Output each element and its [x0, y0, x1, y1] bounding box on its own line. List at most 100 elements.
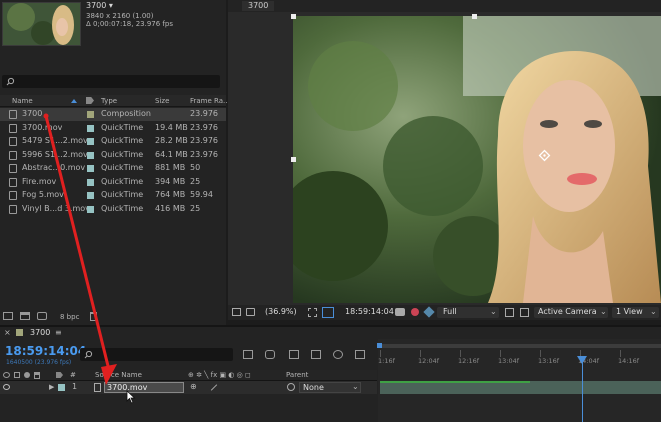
project-item-row[interactable]: 5996 S1...2.mov QuickTime 64.1 MB 23.976: [0, 149, 226, 162]
eye-icon[interactable]: [3, 372, 10, 378]
item-frame-rate: 50: [190, 163, 201, 172]
video-frame: [293, 16, 661, 303]
timeline-search-input[interactable]: [80, 348, 233, 361]
edge-handle[interactable]: [472, 14, 477, 19]
playhead[interactable]: [577, 356, 587, 422]
viewer-tab[interactable]: 3700: [242, 1, 275, 11]
safe-margins-icon[interactable]: [308, 308, 317, 317]
interpret-footage-icon[interactable]: [3, 312, 13, 320]
solo-icon[interactable]: [24, 372, 30, 378]
column-type[interactable]: Type: [101, 96, 117, 106]
time-ruler[interactable]: 1:16f 12:04f 12:16f 13:04f 13:16f 14:04f 14:16…: [378, 350, 661, 368]
graph-editor-icon[interactable]: [355, 350, 365, 359]
color-management-icon[interactable]: [423, 306, 435, 318]
item-label-color[interactable]: [87, 124, 94, 132]
project-item-row[interactable]: 3700.mov QuickTime 19.4 MB 23.976: [0, 122, 226, 135]
project-search-input[interactable]: [2, 75, 220, 88]
label-tag-icon[interactable]: [86, 97, 94, 104]
timeline-tab[interactable]: 3700: [30, 328, 50, 338]
item-label-color[interactable]: [87, 138, 94, 145]
monitor-icon[interactable]: [246, 308, 255, 316]
color-depth[interactable]: 8 bpc: [60, 312, 79, 322]
view-layout-dropdown[interactable]: 1 View ⌄: [612, 307, 659, 318]
new-composition-icon[interactable]: [37, 312, 47, 320]
composition-viewer[interactable]: [228, 12, 661, 305]
item-size: 28.2 MB: [155, 136, 188, 145]
column-parent[interactable]: Parent: [286, 370, 308, 380]
camera-view-dropdown[interactable]: Active Camera ⌄: [534, 307, 608, 318]
snapshot-icon[interactable]: [395, 308, 405, 316]
corner-handle[interactable]: [291, 14, 296, 19]
item-label-color[interactable]: [87, 111, 94, 118]
item-label-color[interactable]: [87, 205, 94, 213]
project-item-row[interactable]: Vinyl B...d 3.mov QuickTime 416 MB 25: [0, 203, 226, 216]
always-preview-icon[interactable]: [232, 308, 241, 316]
quality-switch-icon[interactable]: [210, 384, 218, 391]
project-item-row[interactable]: 5479 S1...2.mov QuickTime 28.2 MB 23.976: [0, 135, 226, 148]
timeline-switches: [243, 349, 375, 361]
viewer-timecode[interactable]: 18:59:14:04: [345, 307, 394, 317]
timeline-tab-bar: × 3700 ≡: [0, 325, 661, 339]
column-name[interactable]: Name: [12, 96, 33, 106]
item-frame-rate: 23.976: [190, 136, 218, 145]
item-name: 5996 S1...2.mov: [22, 149, 88, 159]
comp-flowchart-icon[interactable]: [243, 350, 253, 359]
audio-icon[interactable]: [14, 372, 20, 378]
layer-duration-bar[interactable]: [380, 381, 661, 394]
close-icon[interactable]: ×: [4, 328, 11, 338]
layer-label-color[interactable]: [58, 384, 65, 391]
item-name: 3700.mov: [22, 122, 63, 132]
fast-previews-icon[interactable]: [505, 308, 514, 317]
frame-info: 1640500 (23.976 fps): [6, 359, 72, 366]
playhead-handle-icon[interactable]: [577, 356, 587, 364]
edge-handle[interactable]: [291, 157, 296, 162]
sort-ascending-icon[interactable]: [71, 99, 77, 103]
item-label-color[interactable]: [87, 178, 94, 186]
parent-dropdown[interactable]: None ⌄: [299, 382, 361, 393]
eye-icon[interactable]: [3, 384, 10, 390]
project-item-row[interactable]: 3700 Composition 23.976: [0, 108, 226, 121]
new-folder-icon[interactable]: [20, 312, 30, 320]
chevron-down-icon: ⌄: [490, 307, 497, 316]
ruler-label: 1:16f: [378, 357, 395, 365]
comp-name[interactable]: 3700 ▾: [86, 1, 113, 11]
item-label-color[interactable]: [87, 151, 94, 159]
work-area-start-handle[interactable]: [377, 343, 382, 348]
lock-icon[interactable]: [34, 372, 40, 379]
shy-layers-icon[interactable]: [289, 350, 299, 359]
column-frame-rate[interactable]: Frame Ra...: [190, 96, 230, 106]
transparency-grid-icon[interactable]: [520, 308, 529, 317]
item-label-color[interactable]: [87, 165, 94, 172]
footage-file-icon: [9, 150, 17, 160]
project-item-row[interactable]: Abstrac...0.mov QuickTime 881 MB 50: [0, 162, 226, 175]
layer-name[interactable]: 3700.mov: [104, 382, 184, 393]
delete-icon[interactable]: [90, 312, 97, 321]
shy-switch-icon[interactable]: ⊕: [190, 382, 197, 392]
region-of-interest-icon[interactable]: [322, 307, 334, 318]
resolution-dropdown[interactable]: Full ⌄: [437, 307, 499, 318]
expand-arrow-icon[interactable]: ▶: [49, 382, 54, 392]
project-item-row[interactable]: Fog 5.mov QuickTime 764 MB 59.94: [0, 189, 226, 202]
current-time-display[interactable]: 18:59:14:04: [5, 344, 86, 358]
project-item-row[interactable]: Fire.mov QuickTime 394 MB 25: [0, 176, 226, 189]
frame-blending-icon[interactable]: [311, 350, 321, 359]
item-name: Abstrac...0.mov: [22, 163, 86, 172]
show-channel-icon[interactable]: [411, 308, 419, 316]
zoom-level[interactable]: (36.9%): [265, 307, 297, 317]
layer-row[interactable]: ▶ 1 3700.mov ⊕ None ⌄: [0, 381, 377, 394]
panel-menu-icon[interactable]: ≡: [55, 328, 62, 338]
draft-3d-icon[interactable]: [265, 350, 275, 359]
pick-whip-icon[interactable]: [287, 383, 295, 391]
switches-header: ⊕ ✲ ╲ fx ▣ ◐ ◎ ◻: [188, 371, 251, 379]
column-source-name[interactable]: Source Name: [95, 370, 142, 380]
footage-file-icon: [94, 383, 101, 392]
label-tag-icon[interactable]: [56, 372, 63, 378]
layer-column-header: # Source Name ⊕ ✲ ╲ fx ▣ ◐ ◎ ◻ Parent: [0, 370, 377, 381]
work-area-bar[interactable]: [380, 344, 661, 348]
item-type: QuickTime: [101, 149, 144, 159]
motion-blur-icon[interactable]: [333, 350, 343, 359]
column-size[interactable]: Size: [155, 96, 169, 106]
item-name: Vinyl B...d 3.mov: [22, 203, 90, 213]
item-name: Fog 5.mov: [22, 190, 64, 199]
item-label-color[interactable]: [87, 192, 94, 199]
